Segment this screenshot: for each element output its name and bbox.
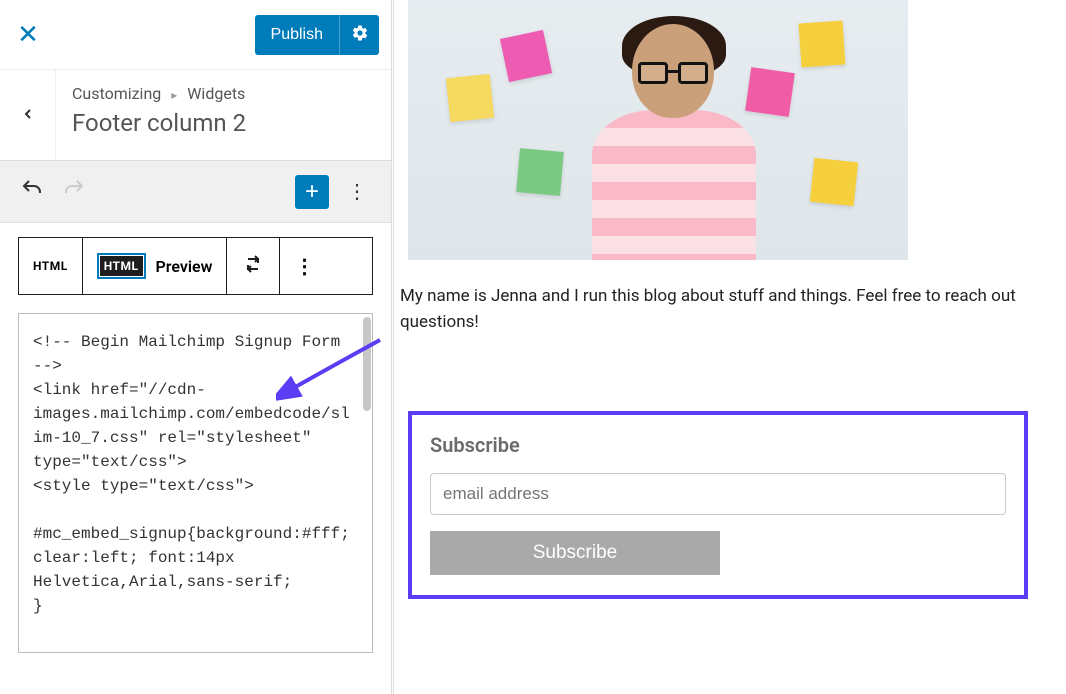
plus-icon: + (305, 178, 319, 206)
html-block-icon: HTML (97, 253, 146, 279)
chevron-right-icon: ▸ (171, 88, 177, 102)
breadcrumb-row: Customizing ▸ Widgets Footer column 2 (0, 70, 391, 161)
breadcrumb-leaf: Widgets (187, 84, 245, 103)
author-bio: My name is Jenna and I run this blog abo… (394, 284, 1066, 335)
customizer-sidebar: ✕ Publish Customizing ▸ Widgets Footer c… (0, 0, 392, 694)
html-mode-label[interactable]: HTML (19, 238, 83, 294)
person-illustration (578, 20, 768, 260)
subscribe-button[interactable]: Subscribe (430, 531, 720, 575)
close-button[interactable]: ✕ (0, 0, 56, 70)
more-vertical-icon: ⋮ (347, 179, 367, 204)
back-button[interactable] (0, 70, 56, 160)
scrollbar-thumb[interactable] (363, 317, 371, 411)
editor-toolbar: + ⋮ (0, 161, 391, 223)
email-input[interactable] (430, 473, 1006, 515)
history-controls (20, 177, 86, 206)
more-vertical-icon: ⋮ (294, 254, 314, 278)
transform-button[interactable] (227, 238, 280, 294)
block-toolbar: HTML HTML Preview ⋮ (18, 237, 373, 295)
panel-title: Footer column 2 (72, 109, 375, 137)
subscribe-widget-highlight: Subscribe Subscribe (408, 411, 1028, 599)
subscribe-title: Subscribe (430, 433, 1006, 457)
sticky-note-icon (516, 148, 564, 196)
customizer-topbar: ✕ Publish (0, 0, 391, 70)
publish-group: Publish (255, 15, 379, 55)
live-preview-pane: My name is Jenna and I run this blog abo… (393, 0, 1066, 694)
author-photo (408, 0, 908, 260)
html-code-textarea[interactable] (18, 313, 373, 653)
close-icon: ✕ (17, 20, 39, 50)
block-more-button[interactable]: ⋮ (280, 238, 328, 294)
loop-icon (241, 252, 265, 281)
gear-icon (351, 24, 369, 45)
html-block-type-button[interactable]: HTML Preview (83, 238, 228, 294)
breadcrumb: Customizing ▸ Widgets Footer column 2 (56, 70, 391, 151)
sticky-note-icon (810, 158, 858, 206)
sticky-note-icon (446, 74, 494, 122)
add-block-button[interactable]: + (295, 175, 329, 209)
publish-button[interactable]: Publish (255, 15, 339, 55)
sticky-note-icon (500, 30, 552, 82)
sticky-note-icon (799, 21, 846, 68)
breadcrumb-root: Customizing (72, 84, 161, 103)
chevron-left-icon (20, 103, 36, 128)
publish-settings-button[interactable] (339, 15, 379, 55)
toolbar-right: + ⋮ (295, 175, 371, 209)
undo-button[interactable] (20, 177, 44, 206)
more-options-button[interactable]: ⋮ (343, 175, 371, 209)
preview-label: Preview (156, 257, 213, 276)
redo-button (62, 177, 86, 206)
code-editor-area (18, 313, 373, 657)
